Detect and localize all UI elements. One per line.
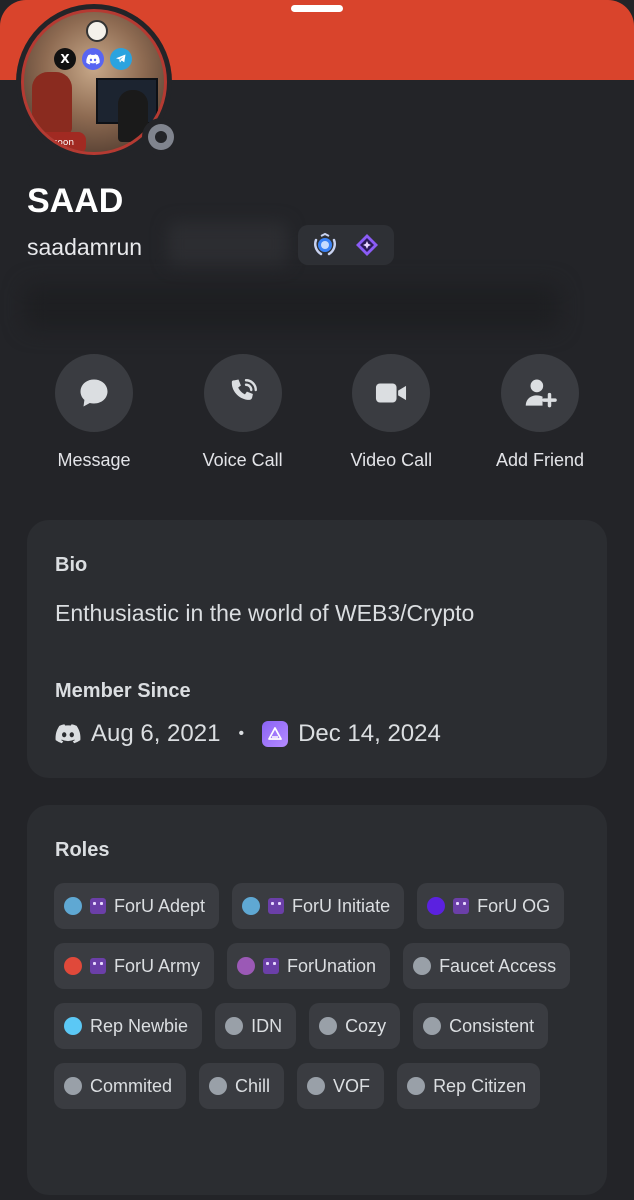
role-color-dot (242, 897, 261, 915)
role-color-dot (407, 1077, 426, 1095)
discord-icon (82, 48, 104, 70)
roles-card: Roles ForU Adept ForU Initiate ForU OG ForU… (27, 805, 607, 1195)
role-pill[interactable]: ForU Adept (54, 883, 220, 929)
role-label: Consistent (449, 1015, 535, 1036)
role-emoji-icon (263, 958, 280, 974)
role-pill[interactable]: VOF (297, 1063, 385, 1109)
role-emoji-icon (90, 898, 106, 914)
message-button-circle[interactable] (55, 354, 133, 432)
role-color-dot (237, 957, 256, 975)
role-label: VOF (333, 1075, 371, 1096)
message-label[interactable]: Message (57, 450, 130, 471)
nitro-gem-badge-icon[interactable] (353, 231, 381, 259)
add-friend-icon (525, 379, 557, 408)
clock-icon (86, 20, 108, 42)
role-color-dot (225, 1017, 244, 1035)
role-label: Rep Citizen (433, 1075, 527, 1096)
role-label: ForUnation (287, 955, 377, 976)
role-pill[interactable]: Rep Newbie (54, 1003, 203, 1049)
role-color-dot (307, 1077, 326, 1095)
video-call-button-circle[interactable] (352, 354, 431, 432)
video-call-label[interactable]: Video Call (350, 450, 432, 471)
role-label: IDN (251, 1015, 283, 1036)
add-friend-button[interactable]: Add Friend (466, 354, 614, 471)
avatar-base-label: Raccoon (24, 132, 86, 152)
status-indicator (142, 118, 180, 156)
role-color-dot (209, 1077, 228, 1095)
role-pill[interactable]: IDN (215, 1003, 297, 1049)
role-color-dot (413, 957, 432, 975)
video-call-button[interactable]: Video Call (317, 354, 465, 471)
raccoon-figure (32, 72, 72, 134)
role-pill[interactable]: ForUnation (227, 943, 391, 989)
bio-text: Enthusiastic in the world of WEB3/Crypto (55, 600, 475, 626)
offline-status-icon (148, 124, 174, 150)
role-color-dot (64, 957, 82, 975)
role-pill[interactable]: ForU Army (54, 943, 215, 989)
roles-title: Roles (55, 839, 110, 861)
avatar[interactable]: X Raccoon (16, 4, 180, 160)
drag-handle[interactable] (291, 5, 343, 12)
bio-title: Bio (55, 554, 88, 576)
role-label: Cozy (345, 1015, 387, 1036)
member-since-title: Member Since (55, 680, 191, 702)
display-name: SAAD (27, 182, 124, 220)
role-pill[interactable]: Faucet Access (403, 943, 571, 989)
role-pill[interactable]: Chill (199, 1063, 285, 1109)
x-logo-icon: X (54, 48, 76, 70)
voice-call-button-circle[interactable] (203, 354, 282, 432)
blurred-region (24, 284, 560, 330)
role-color-dot (427, 897, 446, 915)
telegram-icon (110, 48, 132, 70)
role-pill[interactable]: Commited (54, 1063, 187, 1109)
role-label: ForU Initiate (292, 895, 391, 916)
role-pill[interactable]: ForU OG (417, 883, 565, 929)
role-label: ForU Army (114, 955, 201, 976)
server-join-date: Dec 14, 2024 (298, 720, 441, 747)
role-emoji-icon (268, 898, 285, 914)
role-label: ForU OG (477, 895, 551, 916)
voice-call-button[interactable]: Voice Call (169, 354, 317, 471)
role-pill[interactable]: Rep Citizen (397, 1063, 541, 1109)
separator-dot: • (238, 725, 245, 742)
laurel-badge-icon[interactable] (311, 231, 339, 259)
role-pill[interactable]: Cozy (309, 1003, 401, 1049)
username: saadamrun (27, 234, 143, 260)
role-pill[interactable]: Consistent (413, 1003, 549, 1049)
role-label: ForU Adept (114, 895, 206, 916)
profile-badges[interactable] (298, 225, 394, 265)
role-color-dot (64, 1017, 82, 1035)
bio-card: Bio Enthusiastic in the world of WEB3/Cr… (27, 520, 607, 778)
role-color-dot (64, 897, 82, 915)
message-button[interactable]: Message (20, 354, 168, 471)
role-color-dot (423, 1017, 442, 1035)
add-friend-label[interactable]: Add Friend (496, 450, 584, 471)
avatar-social-icons: X (54, 48, 132, 70)
role-emoji-icon (453, 898, 470, 914)
role-pill[interactable]: ForU Initiate (232, 883, 405, 929)
voice-call-label[interactable]: Voice Call (203, 450, 283, 471)
role-label: Commited (90, 1075, 173, 1096)
member-since-row: Aug 6, 2021 • Dec 14, 2024 (55, 720, 441, 748)
video-camera-icon (376, 383, 407, 403)
roles-list: ForU Adept ForU Initiate ForU OG ForU Army F… (54, 883, 594, 1109)
server-icon (262, 721, 289, 747)
add-friend-button-circle[interactable] (500, 354, 579, 432)
chat-bubble-icon (80, 379, 108, 407)
role-label: Rep Newbie (90, 1015, 189, 1036)
discord-join-date: Aug 6, 2021 (91, 720, 221, 747)
role-color-dot (64, 1077, 82, 1095)
role-color-dot (319, 1017, 338, 1035)
role-emoji-icon (90, 958, 106, 974)
profile-actions: Message Voice Call Video Call Add Friend (20, 354, 614, 471)
phone-icon (231, 379, 257, 400)
role-label: Faucet Access (439, 955, 557, 976)
role-label: Chill (235, 1075, 271, 1096)
blurred-region (168, 222, 288, 266)
discord-icon (55, 721, 81, 747)
